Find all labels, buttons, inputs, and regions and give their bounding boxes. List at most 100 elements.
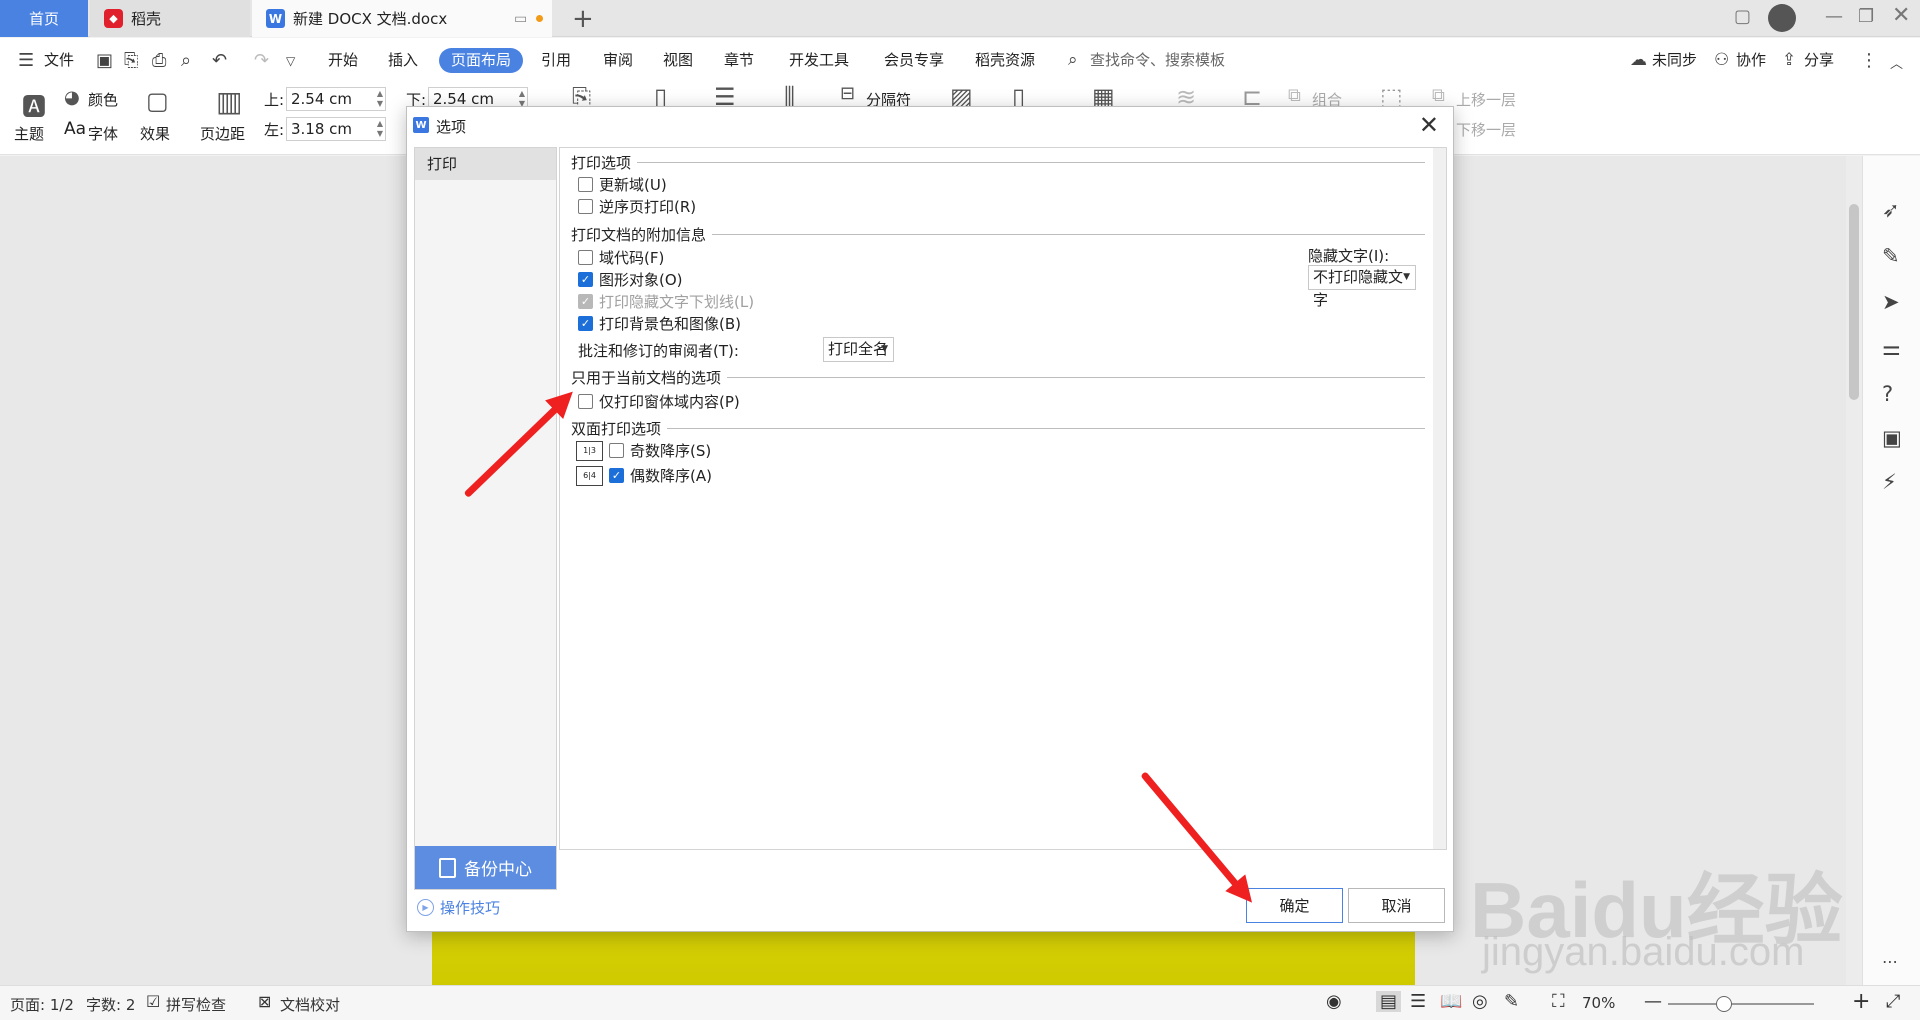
- option-print-background[interactable]: ✓ 打印背景色和图像(B): [578, 313, 741, 334]
- menu-insert[interactable]: 插入: [388, 48, 418, 73]
- theme-icon[interactable]: 🅰: [22, 87, 46, 122]
- options-dots-icon[interactable]: ⋯: [1882, 952, 1898, 971]
- word-count[interactable]: 字数: 2: [86, 994, 135, 1015]
- quick-access-dropdown-icon[interactable]: ▽: [286, 54, 295, 68]
- menu-daoke-resources[interactable]: 稻壳资源: [975, 48, 1035, 73]
- eye-protect-icon[interactable]: ◉: [1326, 991, 1342, 1012]
- dialog-close-icon[interactable]: ✕: [1419, 111, 1439, 139]
- write-mode-icon[interactable]: ✎: [1504, 991, 1519, 1012]
- zoom-slider[interactable]: [1668, 1003, 1814, 1005]
- send-backward-button[interactable]: 下移一层: [1456, 119, 1516, 140]
- option-odd-desc[interactable]: 1|3 奇数降序(S): [576, 440, 711, 461]
- margin-icon[interactable]: ▥: [216, 85, 242, 118]
- minimize-icon[interactable]: —: [1825, 6, 1843, 27]
- new-tab-button[interactable]: +: [572, 4, 594, 34]
- scrollbar-thumb[interactable]: [1849, 204, 1859, 400]
- option-drawing-objects[interactable]: ✓ 图形对象(O): [578, 269, 683, 290]
- spinner-icon[interactable]: ▲ ▼: [377, 89, 383, 109]
- checkbox-drawing-objects[interactable]: ✓: [578, 272, 593, 287]
- print-icon[interactable]: ⎙: [152, 50, 166, 71]
- outline-view-icon[interactable]: ☰: [1410, 991, 1426, 1012]
- zoom-level[interactable]: 70%: [1582, 994, 1615, 1012]
- margin-button[interactable]: 页边距: [200, 123, 245, 144]
- menu-developer[interactable]: 开发工具: [789, 48, 849, 73]
- checkbox-field-codes[interactable]: [578, 250, 593, 265]
- font-button[interactable]: 字体: [88, 123, 118, 144]
- panel-scrollbar[interactable]: [1433, 148, 1446, 849]
- bring-forward-button[interactable]: 上移一层: [1456, 89, 1516, 110]
- option-reverse-order[interactable]: 逆序页打印(R): [578, 196, 696, 217]
- nav-item-print[interactable]: 打印: [415, 148, 556, 180]
- top-margin-input[interactable]: 2.54 cm ▲ ▼: [286, 87, 386, 111]
- menu-references[interactable]: 引用: [541, 48, 571, 73]
- tab-daoke[interactable]: ◆ 稻壳: [90, 0, 250, 37]
- save-icon[interactable]: ▣: [96, 50, 113, 71]
- cursor-icon[interactable]: ➤: [1882, 290, 1900, 314]
- hidden-text-select[interactable]: 不打印隐藏文字 ▼: [1308, 265, 1416, 309]
- close-window-icon[interactable]: ✕: [1892, 3, 1910, 28]
- spinner-icon[interactable]: ▲ ▼: [377, 119, 383, 139]
- tips-link[interactable]: ▶ 操作技巧: [417, 897, 500, 918]
- command-search[interactable]: 查找命令、搜索模板: [1090, 48, 1225, 73]
- screen-icon[interactable]: ▭: [514, 11, 527, 27]
- sync-status[interactable]: 未同步: [1652, 48, 1697, 73]
- menu-section[interactable]: 章节: [724, 48, 754, 73]
- rocket-icon[interactable]: ➶: [1882, 198, 1900, 222]
- tab-document[interactable]: W 新建 DOCX 文档.docx ▭: [252, 0, 552, 37]
- vertical-scrollbar[interactable]: [1846, 156, 1862, 985]
- effect-button[interactable]: 效果: [140, 123, 170, 144]
- spell-check-button[interactable]: 拼写检查: [166, 994, 226, 1015]
- help-icon[interactable]: ?: [1882, 382, 1893, 406]
- undo-icon[interactable]: ↶: [212, 50, 227, 71]
- checkbox-print-background[interactable]: ✓: [578, 316, 593, 331]
- backup-center-button[interactable]: 备份中心: [415, 846, 556, 889]
- zoom-slider-handle[interactable]: [1716, 996, 1732, 1012]
- page-indicator[interactable]: 页面: 1/2: [10, 994, 74, 1015]
- more-icon[interactable]: ⋮: [1860, 50, 1878, 71]
- option-even-desc[interactable]: 6|4 ✓ 偶数降序(A): [576, 465, 712, 486]
- effect-icon[interactable]: ▢: [146, 87, 169, 115]
- fit-page-icon[interactable]: ⛶: [1552, 991, 1565, 1012]
- collaborate-button[interactable]: 协作: [1736, 48, 1766, 73]
- menu-file[interactable]: 文件: [44, 48, 74, 73]
- redo-icon[interactable]: ↷: [254, 50, 269, 71]
- tab-home[interactable]: 首页: [0, 0, 88, 37]
- lightning-icon[interactable]: ⚡: [1882, 470, 1897, 494]
- hamburger-icon[interactable]: ☰: [18, 50, 34, 71]
- window-count-icon[interactable]: ▢: [1734, 6, 1751, 27]
- fullscreen-icon[interactable]: ⤢: [1886, 991, 1900, 1012]
- checkbox-odd-desc[interactable]: [609, 443, 624, 458]
- option-form-only[interactable]: 仅打印窗体域内容(P): [578, 391, 740, 412]
- share-button[interactable]: 分享: [1804, 48, 1834, 73]
- export-pdf-icon[interactable]: ⎘: [124, 50, 138, 71]
- print-preview-icon[interactable]: ⌕: [181, 50, 191, 71]
- cancel-button[interactable]: 取消: [1348, 888, 1445, 923]
- zoom-out-icon[interactable]: —: [1644, 991, 1662, 1012]
- option-update-fields[interactable]: 更新域(U): [578, 174, 667, 195]
- menu-view[interactable]: 视图: [663, 48, 693, 73]
- backup-icon[interactable]: ▣: [1882, 426, 1902, 450]
- checkbox-even-desc[interactable]: ✓: [609, 468, 624, 483]
- menu-page-layout[interactable]: 页面布局: [439, 48, 524, 73]
- collaborate-icon: ⚇: [1714, 50, 1730, 70]
- settings-sliders-icon[interactable]: ⚌: [1882, 336, 1901, 360]
- menu-member[interactable]: 会员专享: [884, 48, 944, 73]
- reading-view-icon[interactable]: 📖: [1440, 991, 1462, 1012]
- pen-icon[interactable]: ✎: [1882, 244, 1900, 268]
- web-view-icon[interactable]: ◎: [1472, 991, 1488, 1012]
- checkbox-update-fields[interactable]: [578, 177, 593, 192]
- checkbox-reverse-order[interactable]: [578, 199, 593, 214]
- proofread-button[interactable]: 文档校对: [280, 994, 340, 1015]
- restore-icon[interactable]: ❐: [1858, 6, 1874, 27]
- page-view-icon[interactable]: ▤: [1376, 991, 1402, 1012]
- theme-button[interactable]: 主题: [14, 123, 44, 144]
- zoom-in-icon[interactable]: +: [1852, 989, 1870, 1014]
- menu-home[interactable]: 开始: [328, 48, 358, 73]
- reviewer-select[interactable]: 打印全名 ▼: [823, 337, 894, 362]
- left-margin-input[interactable]: 3.18 cm ▲ ▼: [286, 117, 386, 141]
- avatar[interactable]: [1768, 4, 1796, 32]
- option-field-codes[interactable]: 域代码(F): [578, 247, 664, 268]
- menu-review[interactable]: 审阅: [603, 48, 633, 73]
- collapse-ribbon-icon[interactable]: ︿: [1890, 53, 1903, 72]
- color-button[interactable]: 颜色: [88, 89, 118, 110]
